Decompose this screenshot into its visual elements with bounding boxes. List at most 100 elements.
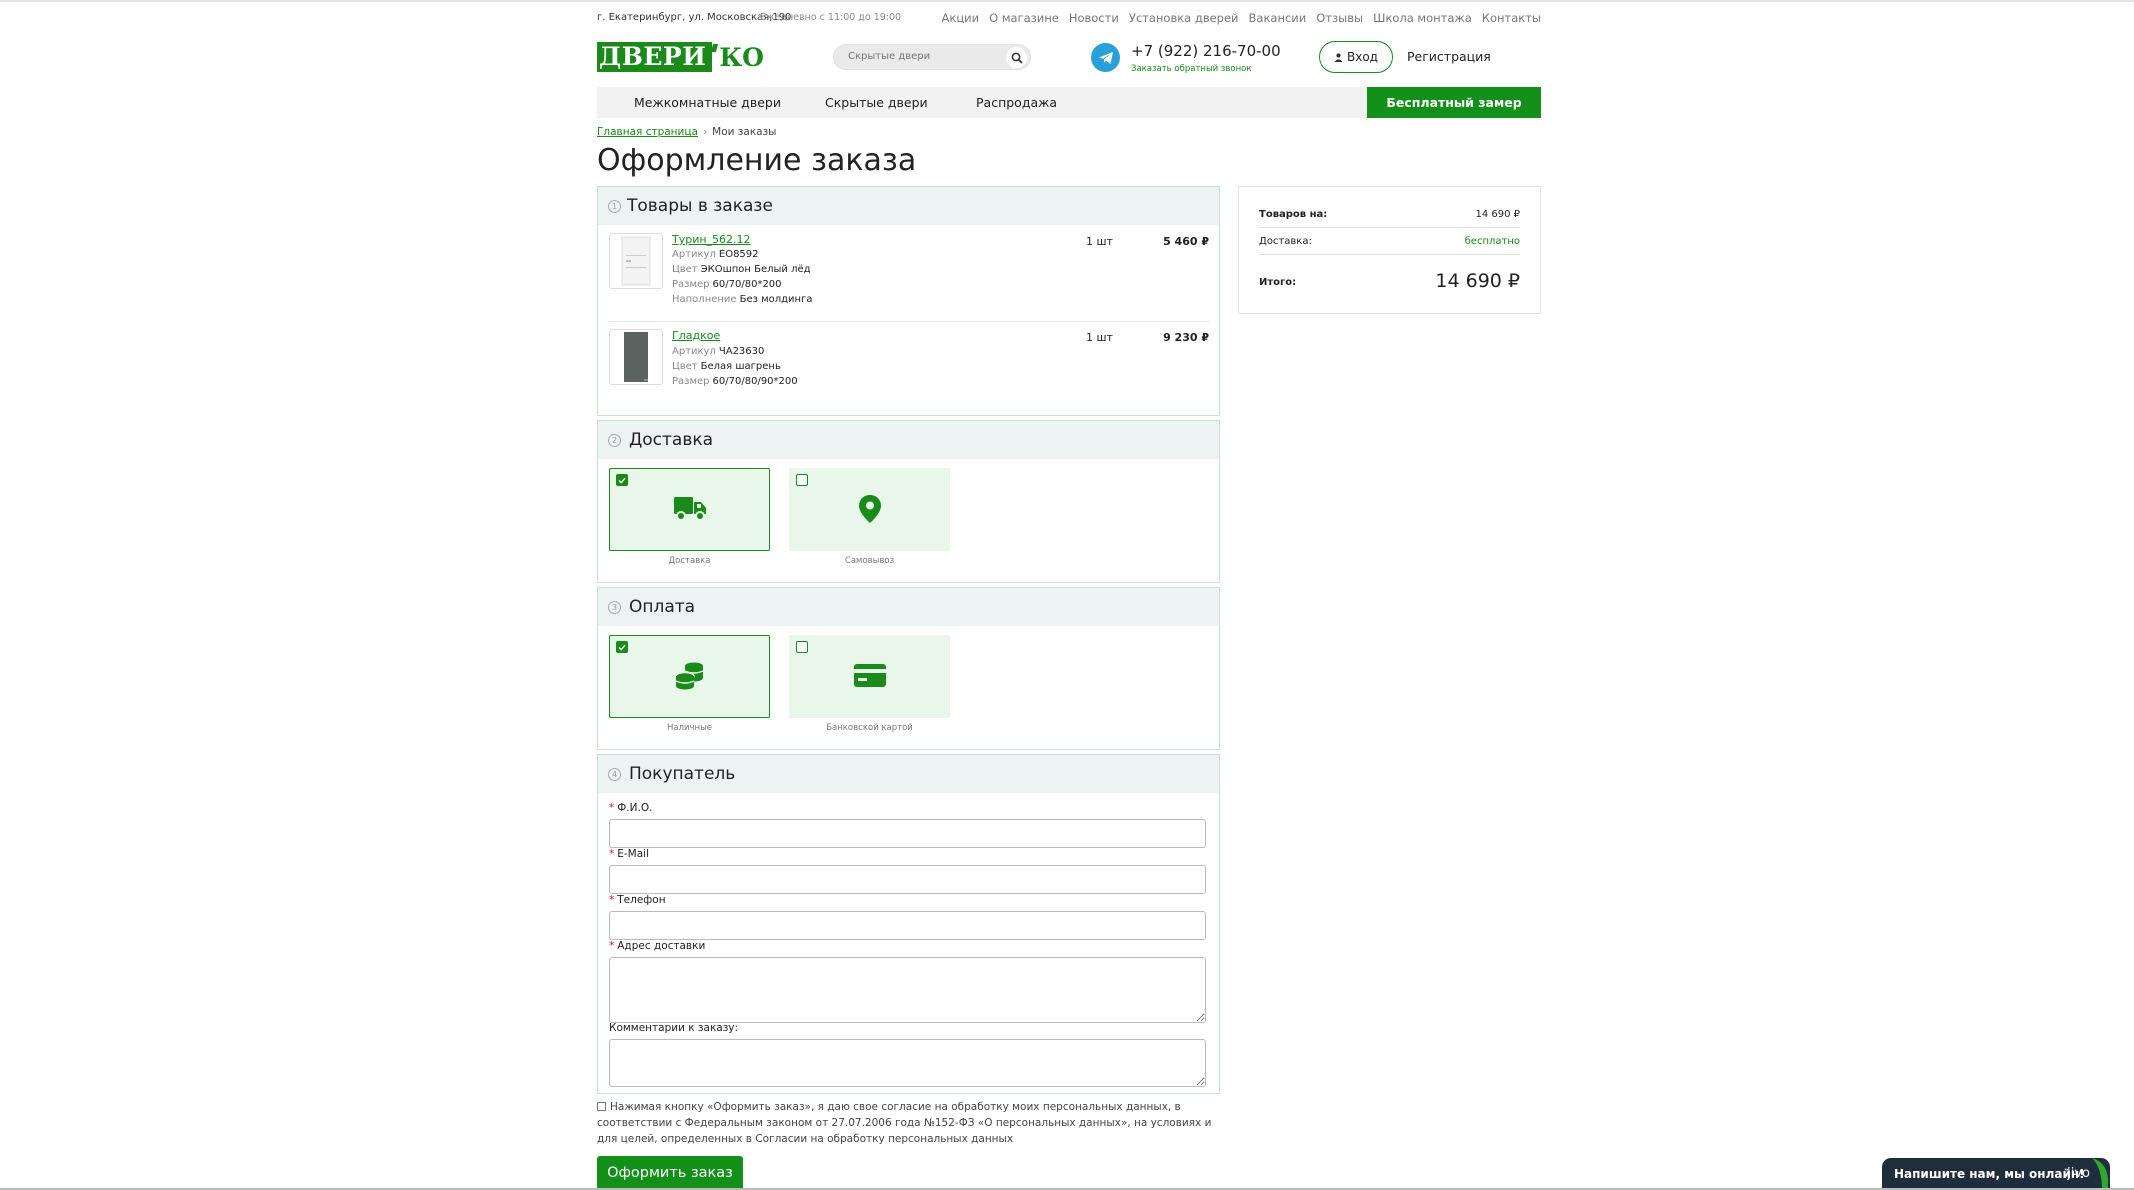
email-field[interactable] bbox=[609, 865, 1206, 894]
option-checkbox[interactable] bbox=[616, 641, 628, 653]
free-measure-button[interactable]: Бесплатный замер bbox=[1367, 87, 1541, 118]
product-thumbnail[interactable] bbox=[609, 329, 663, 385]
top-link-news[interactable]: Новости bbox=[1069, 11, 1119, 25]
product-item: Турин_562.12 Артикул ЕО8592 Цвет ЭКОшпон Б… bbox=[609, 233, 1209, 323]
top-link-contacts[interactable]: Контакты bbox=[1482, 11, 1541, 25]
summary-goods-row: Товаров на: 14 690 ₽ bbox=[1259, 209, 1520, 220]
site-logo[interactable]: ДВЕРИ КО bbox=[597, 40, 769, 74]
top-bar: г. Екатеринбург, ул. Московская,190 Ежед… bbox=[597, 10, 1541, 28]
option-label: Наличные bbox=[666, 723, 713, 733]
option-label: Самовывоз bbox=[844, 556, 895, 566]
option-checkbox[interactable] bbox=[796, 641, 808, 653]
summary-delivery-value: бесплатно bbox=[1464, 236, 1520, 247]
top-link-reviews[interactable]: Отзывы bbox=[1316, 11, 1363, 25]
section-header: 4 Покупатель bbox=[598, 755, 1219, 793]
summary-goods-value: 14 690 ₽ bbox=[1475, 209, 1520, 220]
nav-sale[interactable]: Распродажа bbox=[976, 95, 1057, 110]
truck-icon bbox=[673, 497, 706, 521]
search-icon[interactable] bbox=[1006, 47, 1027, 68]
nav-interior-doors[interactable]: Межкомнатные двери bbox=[634, 95, 781, 110]
product-name[interactable]: Гладкое bbox=[672, 329, 720, 342]
product-attr: Артикул ЕО8592 bbox=[672, 249, 759, 260]
telegram-icon[interactable] bbox=[1091, 43, 1120, 72]
top-links: Акции О магазине Новости Установка двере… bbox=[942, 11, 1541, 25]
submit-order-button[interactable]: Оформить заказ bbox=[597, 1156, 743, 1190]
section-title: Покупатель bbox=[629, 764, 736, 784]
header: ДВЕРИ КО +7 (922) 216-70-00 Заказать обр… bbox=[597, 38, 1541, 78]
product-name[interactable]: Турин_562.12 bbox=[672, 233, 751, 246]
top-link-vacancies[interactable]: Вакансии bbox=[1249, 11, 1307, 25]
credit-card-icon bbox=[853, 664, 886, 687]
top-border bbox=[0, 0, 2134, 2]
comment-label: Комментарии к заказу: bbox=[609, 1022, 739, 1034]
product-item: Гладкое Артикул ЧА23630 Цвет Белая шагрень… bbox=[609, 329, 1209, 419]
main-nav: Межкомнатные двери Скрытые двери Распрод… bbox=[597, 87, 1541, 118]
divider bbox=[1259, 254, 1520, 255]
step-number: 3 bbox=[608, 601, 621, 614]
full-name-label: * Ф.И.О. bbox=[609, 802, 653, 814]
breadcrumb: Главная страница › Мои заказы bbox=[597, 126, 1541, 138]
phone-label: * Телефон bbox=[609, 894, 666, 906]
option-checkbox[interactable] bbox=[616, 474, 628, 486]
payment-option-card[interactable] bbox=[789, 635, 950, 718]
address-label: * Адрес доставки bbox=[609, 940, 706, 952]
product-attr: Размер 60/70/80*200 bbox=[672, 279, 782, 290]
product-attr: Артикул ЧА23630 bbox=[672, 346, 765, 357]
buyer-section: 4 Покупатель * Ф.И.О. * E-Mail * Телефон * А… bbox=[597, 754, 1220, 1094]
product-attr: Размер 60/70/80/90*200 bbox=[672, 376, 798, 387]
breadcrumb-separator-icon: › bbox=[702, 126, 708, 138]
nav-hidden-doors[interactable]: Скрытые двери bbox=[825, 95, 928, 110]
divider bbox=[609, 321, 1209, 322]
option-label: Банковской картой bbox=[826, 723, 913, 733]
product-attr: Цвет ЭКОшпон Белый лёд bbox=[672, 264, 811, 275]
option-checkbox[interactable] bbox=[796, 474, 808, 486]
top-link-promos[interactable]: Акции bbox=[942, 11, 980, 25]
summary-total-label: Итого: bbox=[1259, 277, 1297, 288]
consent-text: Нажимая кнопку «Оформить заказ», я даю с… bbox=[597, 1101, 1212, 1145]
login-label: Вход bbox=[1347, 50, 1378, 64]
delivery-option-courier[interactable] bbox=[609, 468, 770, 551]
order-summary: Товаров на: 14 690 ₽ Доставка: бесплатно… bbox=[1238, 186, 1541, 314]
chat-widget[interactable]: Напишите нам, мы онлайн! jivo bbox=[1882, 1158, 2110, 1190]
section-header: 1 Товары в заказе bbox=[598, 187, 1219, 225]
product-quantity: 1 шт bbox=[1086, 331, 1113, 344]
logo-right-text: КО bbox=[719, 42, 764, 72]
step-number: 4 bbox=[608, 768, 621, 781]
summary-delivery-label: Доставка: bbox=[1259, 236, 1312, 247]
option-label: Доставка bbox=[668, 556, 711, 566]
breadcrumb-home[interactable]: Главная страница bbox=[597, 126, 698, 138]
address-field[interactable] bbox=[609, 957, 1206, 1023]
login-button[interactable]: Вход bbox=[1319, 41, 1393, 73]
section-title: Оплата bbox=[629, 597, 696, 617]
top-link-school[interactable]: Школа монтажа bbox=[1373, 11, 1472, 25]
product-attr: Наполнение Без молдинга bbox=[672, 294, 813, 305]
section-title: Товары в заказе bbox=[627, 196, 773, 216]
logo-left-text: ДВЕРИ bbox=[597, 42, 713, 72]
summary-goods-label: Товаров на: bbox=[1259, 209, 1328, 220]
section-header: 3 Оплата bbox=[598, 588, 1219, 626]
product-price: 5 460 ₽ bbox=[1163, 235, 1209, 248]
callback-link[interactable]: Заказать обратный звонок bbox=[1131, 64, 1252, 74]
delivery-option-pickup[interactable] bbox=[789, 468, 950, 551]
summary-delivery-row: Доставка: бесплатно bbox=[1259, 236, 1520, 247]
phone-field[interactable] bbox=[609, 911, 1206, 940]
chat-brand: jivo bbox=[2067, 1166, 2090, 1181]
top-link-installation[interactable]: Установка дверей bbox=[1129, 11, 1239, 25]
email-label: * E-Mail bbox=[609, 848, 650, 860]
coins-icon bbox=[674, 662, 703, 690]
product-thumbnail[interactable] bbox=[609, 233, 663, 289]
payment-option-cash[interactable] bbox=[609, 635, 770, 718]
search-input[interactable] bbox=[848, 51, 998, 62]
chat-text: Напишите нам, мы онлайн! bbox=[1894, 1167, 2085, 1181]
comment-field[interactable] bbox=[609, 1039, 1206, 1087]
product-attr: Цвет Белая шагрень bbox=[672, 361, 781, 372]
consent-checkbox[interactable] bbox=[597, 1102, 606, 1111]
top-link-about[interactable]: О магазине bbox=[989, 11, 1059, 25]
page-title: Оформление заказа bbox=[597, 143, 917, 178]
breadcrumb-current: Мои заказы bbox=[712, 126, 777, 138]
full-name-field[interactable] bbox=[609, 819, 1206, 848]
phone-number[interactable]: +7 (922) 216-70-00 bbox=[1131, 42, 1281, 60]
register-link[interactable]: Регистрация bbox=[1407, 49, 1491, 64]
section-header: 2 Доставка bbox=[598, 421, 1219, 459]
payment-section: 3 Оплата Наличные Банковской картой bbox=[597, 587, 1220, 750]
